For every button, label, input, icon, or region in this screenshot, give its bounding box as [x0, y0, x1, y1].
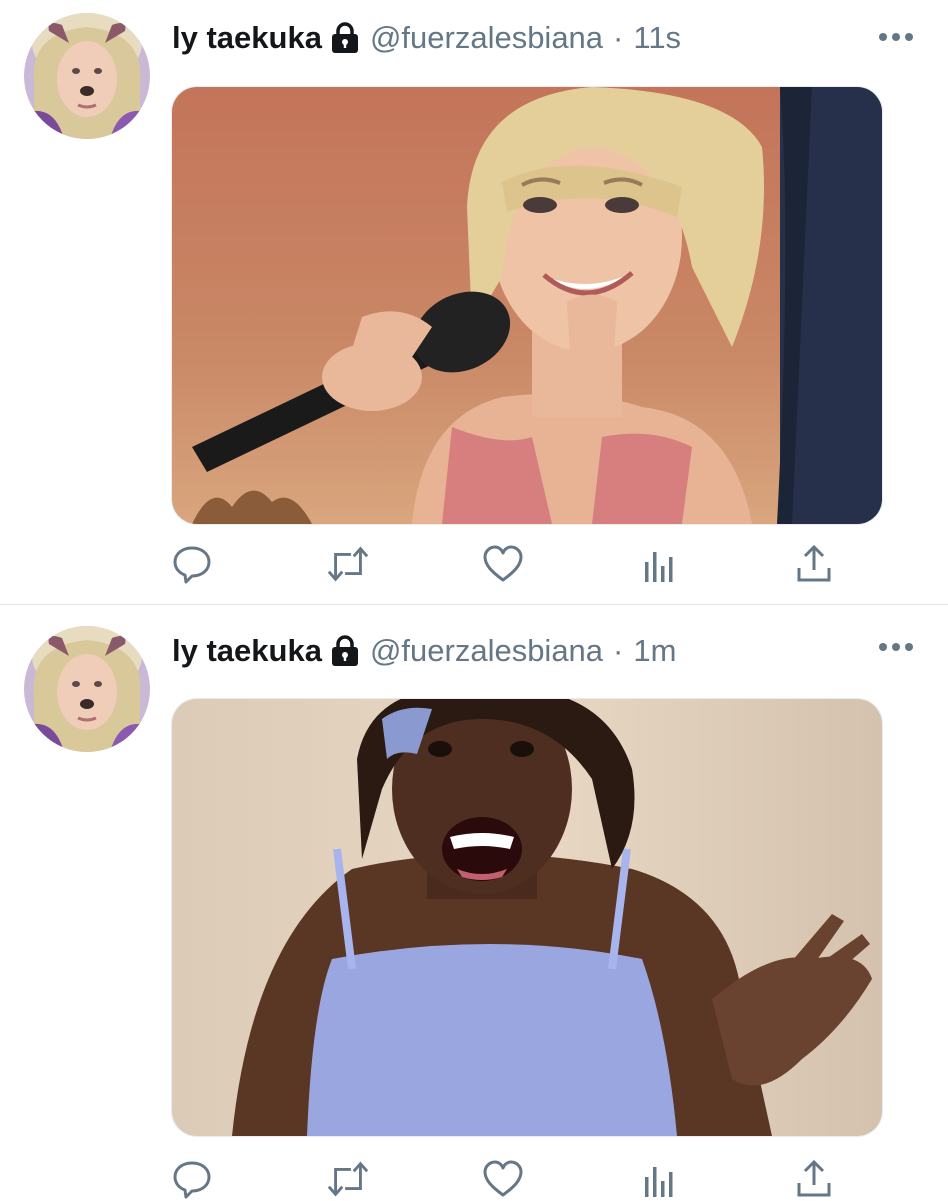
- handle[interactable]: @fuerzalesbiana: [370, 20, 603, 56]
- avatar[interactable]: [24, 626, 150, 752]
- handle[interactable]: @fuerzalesbiana: [370, 633, 603, 669]
- tweet-media-image[interactable]: [171, 86, 883, 525]
- analytics-icon[interactable]: [636, 1157, 680, 1201]
- tweet[interactable]: ly taekuka @fuerzalesbiana · 11s: [0, 0, 948, 604]
- reply-icon[interactable]: [170, 1157, 214, 1201]
- timestamp[interactable]: 11s: [633, 20, 681, 56]
- tweet-actions: [0, 542, 948, 586]
- tweet[interactable]: ly taekuka @fuerzalesbiana · 1m: [0, 605, 948, 1200]
- tweet-header: ly taekuka @fuerzalesbiana · 11s: [172, 18, 681, 58]
- retweet-icon[interactable]: [326, 542, 370, 586]
- tweet-actions: [0, 1157, 948, 1201]
- avatar[interactable]: [24, 13, 150, 139]
- tweet-header: ly taekuka @fuerzalesbiana · 1m: [172, 631, 676, 671]
- share-icon[interactable]: [792, 542, 836, 586]
- more-icon[interactable]: [878, 29, 914, 45]
- like-icon[interactable]: [481, 542, 525, 586]
- retweet-icon[interactable]: [326, 1157, 370, 1201]
- separator: ·: [613, 633, 624, 668]
- analytics-icon[interactable]: [636, 542, 680, 586]
- reply-icon[interactable]: [170, 542, 214, 586]
- lock-icon: [330, 635, 360, 667]
- separator: ·: [613, 20, 624, 55]
- tweet-media-image[interactable]: [171, 698, 883, 1137]
- more-icon[interactable]: [878, 639, 914, 655]
- like-icon[interactable]: [481, 1157, 525, 1201]
- share-icon[interactable]: [792, 1157, 836, 1201]
- timestamp[interactable]: 1m: [633, 633, 676, 669]
- display-name[interactable]: ly taekuka: [172, 20, 322, 56]
- lock-icon: [330, 22, 360, 54]
- display-name[interactable]: ly taekuka: [172, 633, 322, 669]
